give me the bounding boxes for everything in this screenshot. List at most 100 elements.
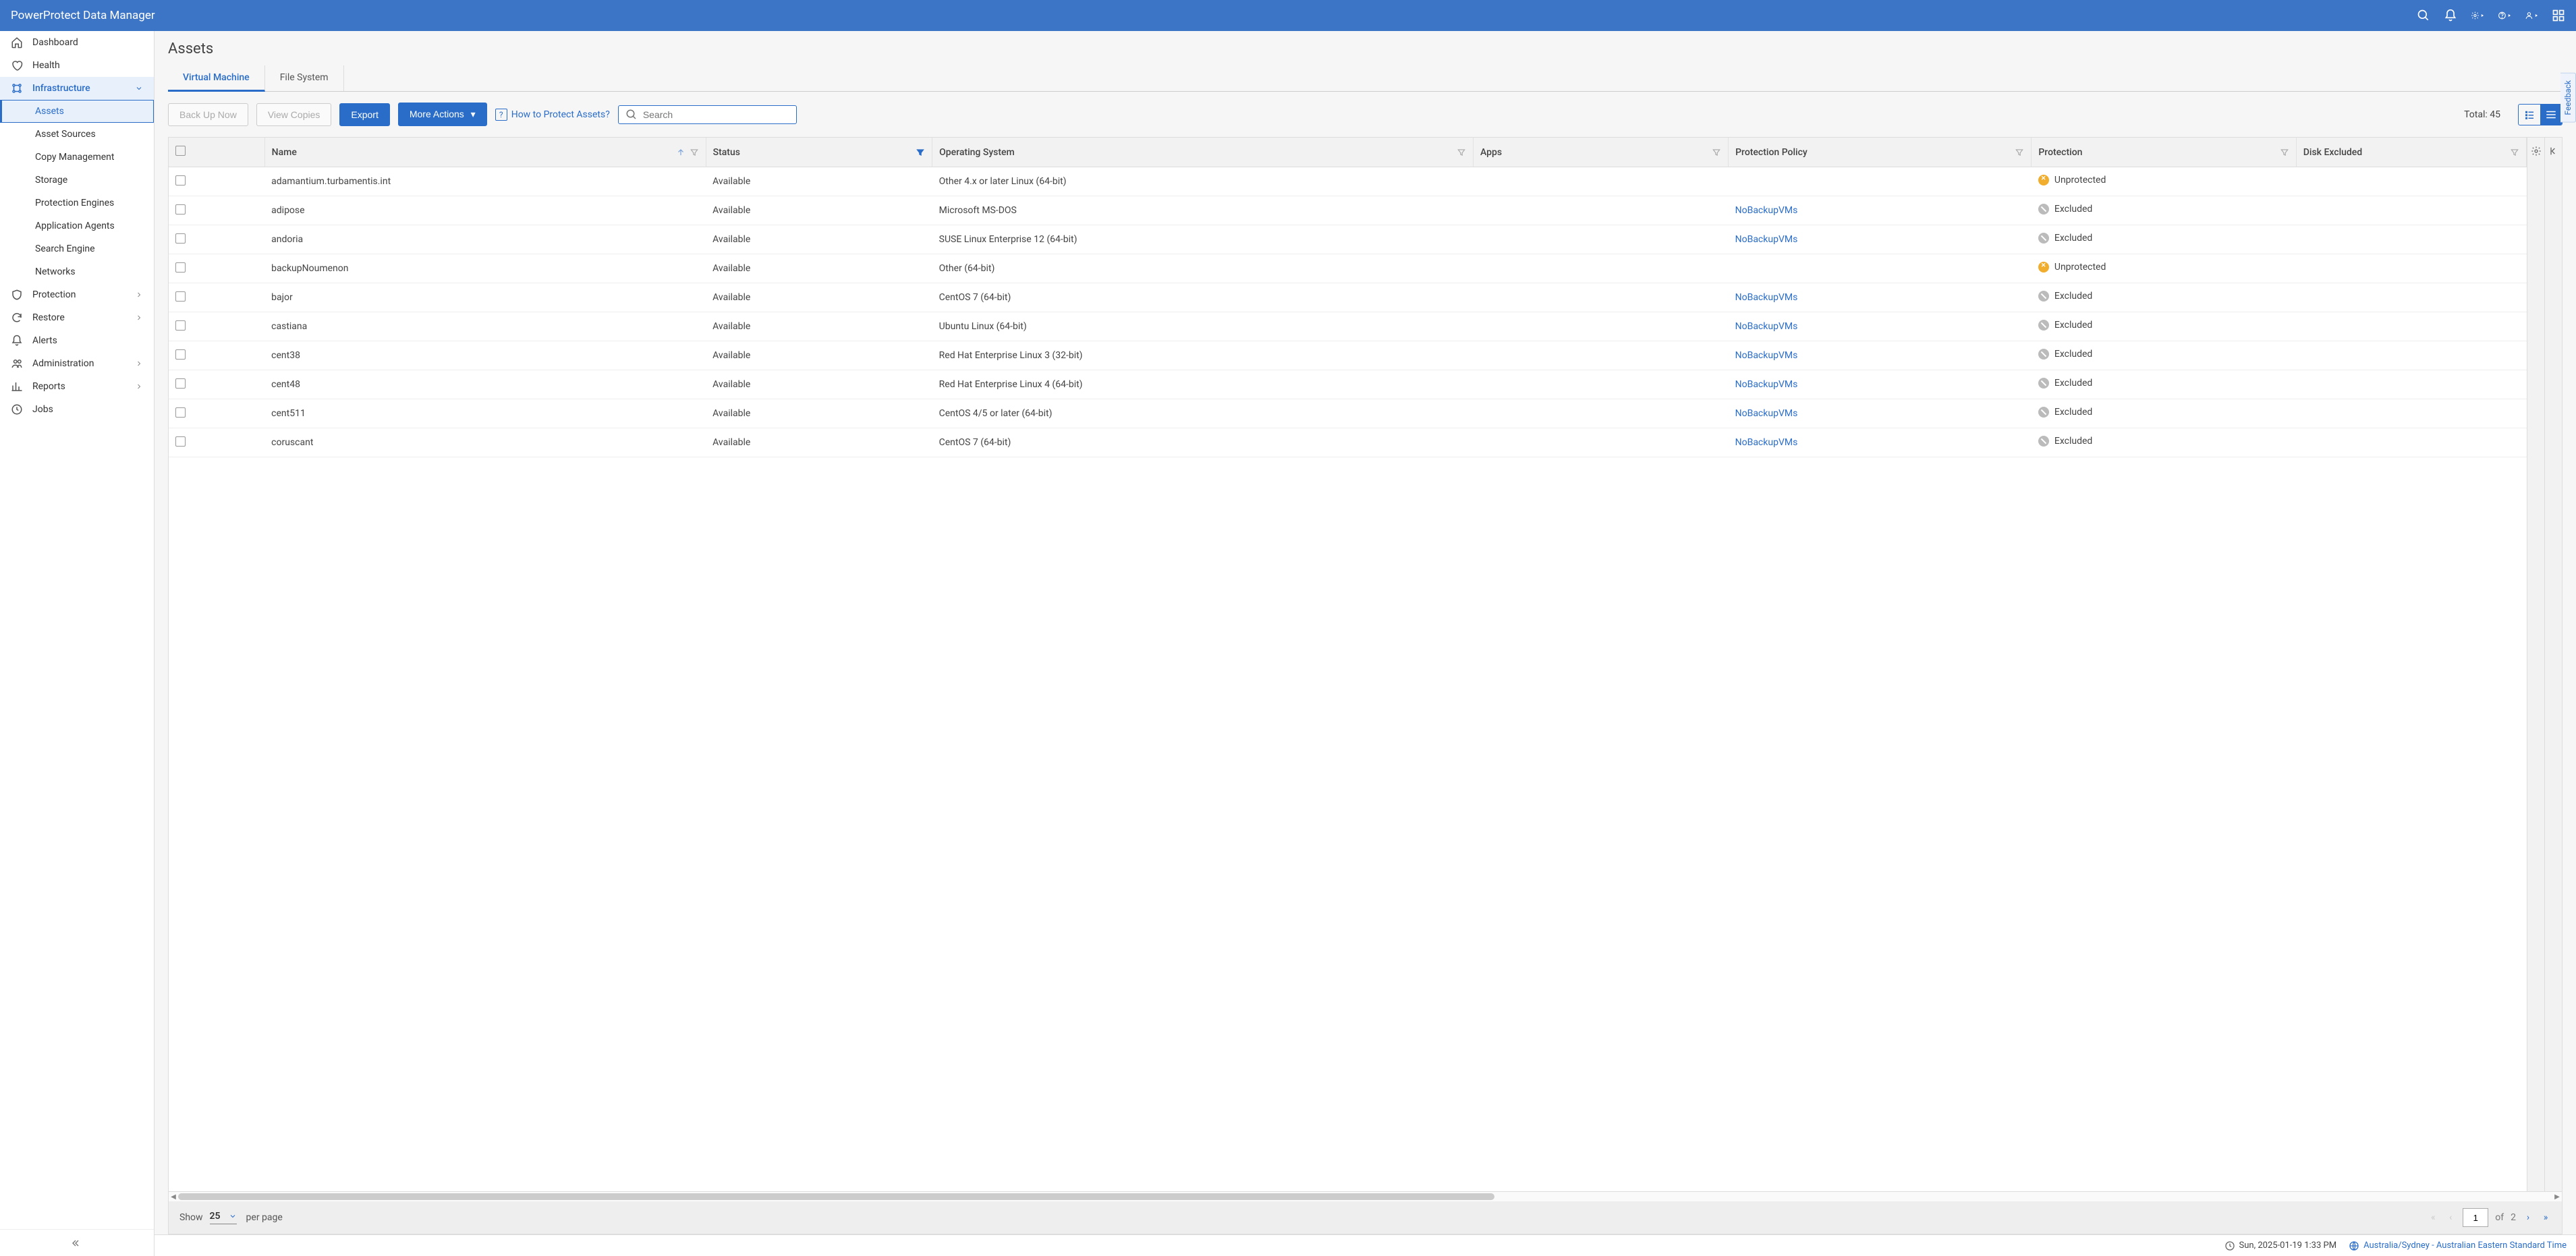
sidebar-item-administration[interactable]: Administration <box>0 352 154 375</box>
filter-icon[interactable] <box>1457 148 1466 157</box>
bell-icon[interactable] <box>2444 9 2457 22</box>
column-settings-button[interactable] <box>2527 138 2544 1191</box>
sidebar-subitem-protection-engines[interactable]: Protection Engines <box>0 192 154 215</box>
sidebar-item-dashboard[interactable]: Dashboard <box>0 31 154 54</box>
export-button[interactable]: Export <box>339 103 389 126</box>
policy-link[interactable]: NoBackupVMs <box>1735 205 1798 216</box>
table-row[interactable]: coruscantAvailableCentOS 7 (64-bit)NoBac… <box>169 428 2527 457</box>
help-icon[interactable] <box>2498 9 2511 22</box>
column-header-check[interactable] <box>169 138 264 167</box>
row-checkbox[interactable] <box>175 436 186 447</box>
row-checkbox[interactable] <box>175 378 186 389</box>
sidebar-subitem-networks[interactable]: Networks <box>0 260 154 283</box>
policy-link[interactable]: NoBackupVMs <box>1735 437 1798 448</box>
sidebar-subitem-search-engine[interactable]: Search Engine <box>0 237 154 260</box>
sidebar-item-health[interactable]: Health <box>0 54 154 77</box>
more-actions-button[interactable]: More Actions ▾ <box>398 103 487 126</box>
column-header-name[interactable]: Name <box>264 138 706 167</box>
last-page-button[interactable]: » <box>2540 1212 2551 1223</box>
gear-icon[interactable] <box>2471 9 2484 22</box>
filter-icon[interactable] <box>916 148 925 157</box>
filter-icon[interactable] <box>2280 148 2289 157</box>
protection-label: Excluded <box>2054 349 2092 360</box>
table-row[interactable]: cent38AvailableRed Hat Enterprise Linux … <box>169 341 2527 370</box>
scroll-right-icon[interactable]: ▶ <box>2552 1192 2562 1201</box>
sidebar-item-restore[interactable]: Restore <box>0 306 154 329</box>
cell-status: Available <box>706 399 932 428</box>
table-row[interactable]: backupNoumenonAvailableOther (64-bit)Unp… <box>169 254 2527 283</box>
sidebar-subitem-asset-sources[interactable]: Asset Sources <box>0 123 154 146</box>
table-row[interactable]: adiposeAvailableMicrosoft MS-DOSNoBackup… <box>169 196 2527 225</box>
sidebar-item-protection[interactable]: Protection <box>0 283 154 306</box>
sidebar-item-infrastructure[interactable]: Infrastructure <box>0 77 154 100</box>
row-checkbox[interactable] <box>175 320 186 331</box>
column-header-status[interactable]: Status <box>706 138 932 167</box>
policy-link[interactable]: NoBackupVMs <box>1735 379 1798 390</box>
sidebar-item-label: Infrastructure <box>32 83 125 94</box>
page-size-select[interactable]: 25 <box>210 1211 237 1224</box>
row-checkbox[interactable] <box>175 291 186 302</box>
sidebar-subitem-application-agents[interactable]: Application Agents <box>0 215 154 237</box>
policy-link[interactable]: NoBackupVMs <box>1735 408 1798 419</box>
view-grouped-button[interactable] <box>2519 105 2540 125</box>
search-input-wrapper[interactable] <box>618 105 797 124</box>
horizontal-scrollbar[interactable]: ◀ ▶ <box>168 1192 2563 1201</box>
sidebar-collapse-button[interactable] <box>0 1229 154 1256</box>
filter-icon[interactable] <box>2015 148 2024 157</box>
table-row[interactable]: bajorAvailableCentOS 7 (64-bit)NoBackupV… <box>169 283 2527 312</box>
scroll-thumb[interactable] <box>178 1193 1494 1200</box>
next-page-button[interactable]: › <box>2523 1212 2533 1223</box>
policy-link[interactable]: NoBackupVMs <box>1735 292 1798 303</box>
tab-virtual-machine[interactable]: Virtual Machine <box>168 65 265 92</box>
column-header-os[interactable]: Operating System <box>932 138 1474 167</box>
column-header-protection[interactable]: Protection <box>2032 138 2296 167</box>
apps-icon[interactable] <box>2552 9 2565 22</box>
scroll-left-icon[interactable]: ◀ <box>169 1192 178 1201</box>
filter-icon[interactable] <box>690 148 699 157</box>
sidebar-subitem-assets[interactable]: Assets <box>0 100 154 123</box>
how-to-protect-link[interactable]: ? How to Protect Assets? <box>495 109 610 121</box>
policy-link[interactable]: NoBackupVMs <box>1735 234 1798 245</box>
table-row[interactable]: cent48AvailableRed Hat Enterprise Linux … <box>169 370 2527 399</box>
select-all-checkbox[interactable] <box>175 146 186 156</box>
table-row[interactable]: castianaAvailableUbuntu Linux (64-bit)No… <box>169 312 2527 341</box>
filter-icon[interactable] <box>1712 148 1721 157</box>
view-copies-button[interactable]: View Copies <box>256 103 332 126</box>
policy-link[interactable]: NoBackupVMs <box>1735 350 1798 361</box>
table-expand-button[interactable] <box>2544 138 2562 1191</box>
column-header-apps[interactable]: Apps <box>1473 138 1728 167</box>
feedback-tab[interactable]: Feedback <box>2560 73 2576 123</box>
tab-file-system[interactable]: File System <box>265 65 344 91</box>
cell-name: adamantium.turbamentis.int <box>264 167 706 196</box>
sidebar-item-reports[interactable]: Reports <box>0 375 154 398</box>
row-checkbox[interactable] <box>175 407 186 418</box>
table-row[interactable]: cent511AvailableCentOS 4/5 or later (64-… <box>169 399 2527 428</box>
column-header-policy[interactable]: Protection Policy <box>1729 138 2032 167</box>
sidebar-subitem-copy-management[interactable]: Copy Management <box>0 146 154 169</box>
search-icon[interactable] <box>2417 9 2430 22</box>
sidebar-item-alerts[interactable]: Alerts <box>0 329 154 352</box>
sort-icon[interactable] <box>676 148 685 157</box>
back-up-now-button[interactable]: Back Up Now <box>168 103 248 126</box>
prev-page-button[interactable]: ‹ <box>2445 1212 2456 1223</box>
search-input[interactable] <box>643 109 789 120</box>
view-list-button[interactable] <box>2540 105 2562 125</box>
row-checkbox[interactable] <box>175 349 186 360</box>
current-page-input[interactable] <box>2463 1208 2488 1227</box>
first-page-button[interactable]: « <box>2428 1212 2438 1223</box>
user-icon[interactable] <box>2525 9 2538 22</box>
sidebar-subitem-storage[interactable]: Storage <box>0 169 154 192</box>
row-checkbox[interactable] <box>175 204 186 215</box>
sidebar-item-jobs[interactable]: Jobs <box>0 398 154 421</box>
row-checkbox[interactable] <box>175 233 186 244</box>
column-header-disk[interactable]: Disk Excluded <box>2296 138 2526 167</box>
cell-os: SUSE Linux Enterprise 12 (64-bit) <box>932 225 1474 254</box>
table-row[interactable]: adamantium.turbamentis.intAvailableOther… <box>169 167 2527 196</box>
column-label: Status <box>713 147 740 158</box>
policy-link[interactable]: NoBackupVMs <box>1735 321 1798 332</box>
row-checkbox[interactable] <box>175 262 186 273</box>
row-checkbox[interactable] <box>175 175 186 185</box>
table-row[interactable]: andoriaAvailableSUSE Linux Enterprise 12… <box>169 225 2527 254</box>
timezone-link[interactable]: Australia/Sydney - Australian Eastern St… <box>2349 1240 2567 1251</box>
filter-icon[interactable] <box>2510 148 2519 157</box>
